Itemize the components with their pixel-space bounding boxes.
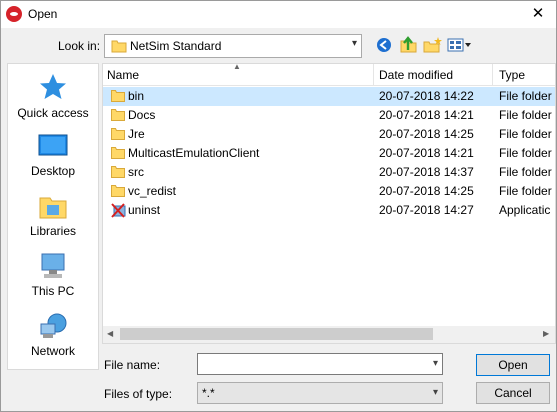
horizontal-scrollbar[interactable]: ◀ ▶: [103, 326, 555, 343]
file-name: Jre: [128, 127, 145, 141]
new-folder-button[interactable]: [423, 36, 443, 54]
file-type: Applicatic: [499, 203, 551, 217]
column-divider[interactable]: [492, 64, 493, 86]
file-type: File folder: [499, 184, 552, 198]
file-type-dropdown[interactable]: *.* ▾: [197, 382, 443, 404]
file-date: 20-07-2018 14:21: [379, 146, 474, 160]
file-type-value: *.*: [202, 386, 215, 400]
place-label: Quick access: [17, 106, 89, 120]
look-in-label: Look in:: [58, 39, 101, 53]
desktop-icon: [38, 134, 68, 156]
open-dialog: Open ✕ Look in: NetSim Standard ▾ Quick …: [0, 0, 557, 412]
open-button[interactable]: Open: [476, 354, 550, 376]
network-icon: [40, 313, 67, 338]
new-folder-icon: [423, 37, 442, 53]
folder-icon: [111, 166, 125, 178]
place-this-pc[interactable]: This PC: [8, 252, 98, 298]
look-in-dropdown[interactable]: NetSim Standard ▾: [104, 34, 362, 58]
title-bar: Open ✕: [1, 1, 556, 28]
file-name: MulticastEmulationClient: [128, 146, 260, 160]
close-button[interactable]: ✕: [523, 3, 553, 25]
folder-icon: [111, 40, 127, 53]
file-row[interactable]: uninst 20-07-2018 14:27 Applicatic: [103, 201, 555, 220]
file-date: 20-07-2018 14:27: [379, 203, 474, 217]
file-row[interactable]: Jre 20-07-2018 14:25 File folder: [103, 125, 555, 144]
place-libraries[interactable]: Libraries: [8, 192, 98, 238]
folder-icon: [111, 109, 125, 121]
file-date: 20-07-2018 14:25: [379, 127, 474, 141]
chevron-down-icon: ▾: [432, 387, 438, 398]
file-type-label: Files of type:: [104, 387, 173, 401]
chevron-down-icon: ▾: [351, 38, 357, 49]
place-label: Desktop: [30, 164, 76, 178]
folder-icon: [111, 90, 125, 102]
file-name: Docs: [128, 108, 156, 122]
file-name: bin: [128, 89, 145, 103]
chevron-down-icon[interactable]: ▾: [433, 358, 438, 369]
view-menu-icon: [447, 38, 471, 52]
file-row[interactable]: Docs 20-07-2018 14:21 File folder: [103, 106, 555, 125]
cancel-button[interactable]: Cancel: [476, 382, 550, 404]
scroll-right-icon[interactable]: ▶: [543, 329, 549, 338]
file-type: File folder: [499, 146, 552, 160]
scroll-left-icon[interactable]: ◀: [107, 329, 113, 338]
folder-icon: [111, 128, 125, 140]
file-row[interactable]: bin 20-07-2018 14:22 File folder: [103, 87, 555, 106]
file-row[interactable]: vc_redist 20-07-2018 14:25 File folder: [103, 182, 555, 201]
column-date-modified[interactable]: Date modified: [379, 68, 453, 82]
file-name: src: [128, 165, 144, 179]
file-row[interactable]: MulticastEmulationClient 20-07-2018 14:2…: [103, 144, 555, 163]
place-network[interactable]: Network: [8, 312, 98, 358]
folder-icon: [111, 185, 125, 197]
column-divider[interactable]: [373, 64, 374, 86]
up-folder-icon: [400, 36, 417, 53]
file-date: 20-07-2018 14:25: [379, 184, 474, 198]
star-icon: [40, 74, 66, 99]
libraries-icon: [39, 197, 67, 219]
file-date: 20-07-2018 14:21: [379, 108, 474, 122]
place-label: Network: [30, 344, 75, 358]
column-type[interactable]: Type: [499, 68, 525, 82]
place-label: This PC: [31, 284, 75, 298]
file-date: 20-07-2018 14:22: [379, 89, 474, 103]
place-quick-access[interactable]: Quick access: [8, 72, 98, 120]
look-in-value: NetSim Standard: [130, 39, 222, 53]
file-date: 20-07-2018 14:37: [379, 165, 474, 179]
file-type: File folder: [499, 127, 552, 141]
folder-icon: [111, 147, 125, 159]
back-button[interactable]: [375, 36, 395, 54]
uninstall-app-icon: [111, 203, 126, 218]
place-desktop[interactable]: Desktop: [8, 132, 98, 178]
file-type: File folder: [499, 165, 552, 179]
scrollbar-thumb[interactable]: [120, 328, 433, 340]
file-list[interactable]: ▲ Name Date modified Type bin 20-07-2018…: [102, 63, 556, 344]
up-folder-button[interactable]: [399, 36, 419, 54]
column-name[interactable]: Name: [107, 68, 139, 82]
file-name-label: File name:: [104, 358, 161, 372]
file-name: uninst: [128, 203, 161, 217]
column-header-row: ▲ Name Date modified Type: [103, 64, 555, 86]
back-icon: [377, 38, 391, 52]
places-bar: Quick access Desktop Libraries This PC N…: [7, 63, 99, 370]
file-type: File folder: [499, 108, 552, 122]
place-label: Libraries: [29, 224, 77, 238]
app-icon: [6, 6, 22, 22]
sort-ascending-icon: ▲: [233, 63, 241, 71]
file-row[interactable]: src 20-07-2018 14:37 File folder: [103, 163, 555, 182]
file-name-input[interactable]: ▾: [197, 353, 443, 375]
view-menu-button[interactable]: [447, 36, 473, 54]
file-name: vc_redist: [128, 184, 177, 198]
window-title: Open: [28, 7, 58, 21]
computer-icon: [41, 253, 65, 278]
file-type: File folder: [499, 89, 552, 103]
